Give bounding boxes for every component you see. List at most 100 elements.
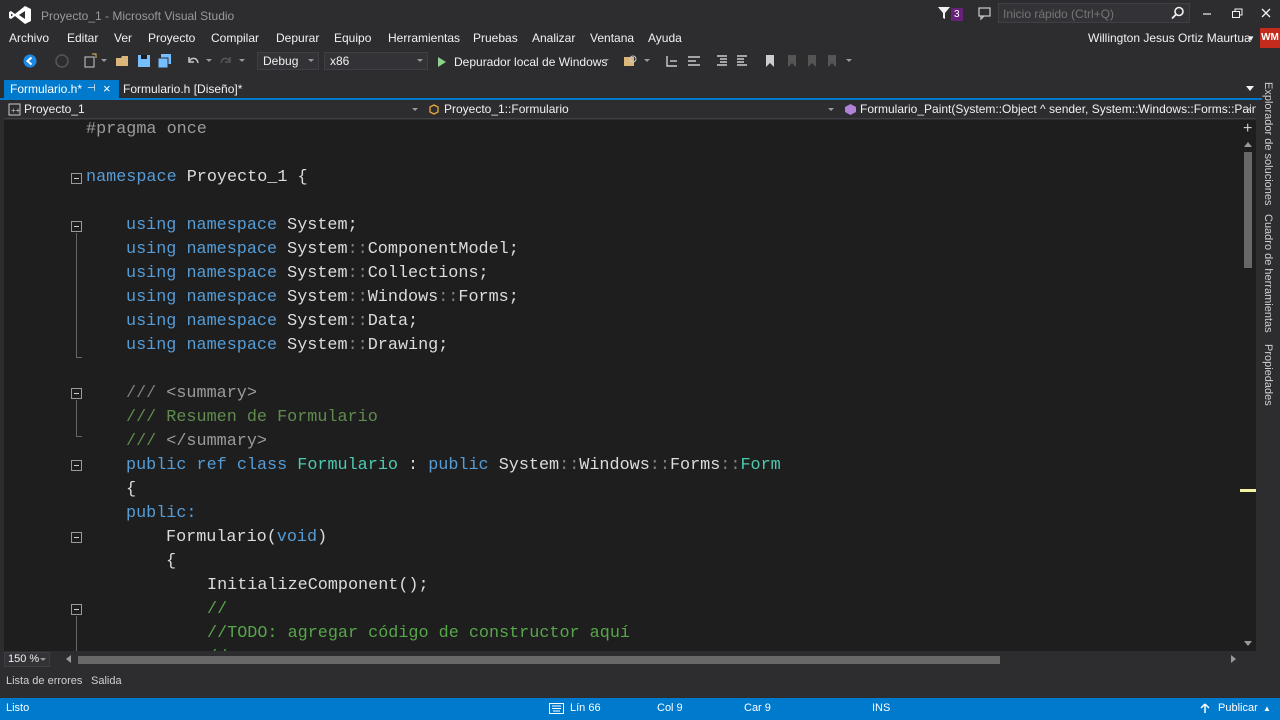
tab-formulario-h[interactable]: Formulario.h* ⊣ ×	[4, 80, 119, 98]
menu-ventana[interactable]: Ventana	[590, 31, 634, 45]
caret-position-marker	[1240, 489, 1256, 492]
next-bookmark-icon[interactable]	[804, 53, 820, 69]
solution-platform-select[interactable]: x86	[324, 52, 428, 70]
menu-analizar[interactable]: Analizar	[532, 31, 575, 45]
menu-archivo[interactable]: Archivo	[9, 31, 49, 45]
project-dropdown[interactable]: ++ Proyecto_1	[4, 101, 422, 118]
code-line-class-open-brace: {	[126, 480, 137, 499]
close-tab-icon[interactable]: ×	[103, 80, 111, 98]
menu-compilar[interactable]: Compilar	[211, 31, 259, 45]
open-file-icon[interactable]	[115, 53, 131, 69]
menu-proyecto[interactable]: Proyecto	[148, 31, 195, 45]
collapse-class-icon[interactable]	[71, 460, 82, 471]
status-text: Listo	[6, 702, 30, 714]
menu-editar[interactable]: Editar	[67, 31, 98, 45]
bookmark-icon[interactable]	[762, 53, 778, 69]
scroll-left-icon[interactable]	[66, 655, 71, 663]
minimize-icon[interactable]	[1200, 6, 1214, 20]
menu-equipo[interactable]: Equipo	[334, 31, 371, 45]
collapse-constructor-icon[interactable]	[71, 532, 82, 543]
zoom-level-select[interactable]: 150 %	[4, 652, 50, 667]
publish-button[interactable]: Publicar	[1218, 702, 1258, 714]
redo-icon[interactable]	[218, 53, 234, 69]
quick-launch-input[interactable]	[1003, 6, 1168, 21]
user-menu-caret-icon[interactable]: ▼	[1247, 34, 1255, 43]
standard-toolbar: Debug x86 Depurador local de Windows	[0, 50, 1280, 74]
code-line-comment-3: //	[207, 646, 227, 651]
keyboard-icon	[549, 703, 564, 714]
close-window-icon[interactable]	[1259, 6, 1273, 20]
restore-icon[interactable]	[1230, 6, 1244, 20]
tab-dropdown-icon[interactable]	[1246, 86, 1254, 91]
menu-pruebas[interactable]: Pruebas	[473, 31, 518, 45]
scroll-down-icon[interactable]	[1244, 641, 1252, 646]
code-line-doc-summary-close: /// </summary>	[126, 432, 267, 451]
status-line: Lín 66	[570, 702, 601, 714]
save-all-icon[interactable]	[157, 53, 173, 69]
undo-icon[interactable]	[185, 53, 201, 69]
code-line-doc-summary-text: /// Resumen de Formulario	[126, 408, 378, 427]
new-project-icon[interactable]	[82, 53, 98, 69]
menu-ayuda[interactable]: Ayuda	[648, 31, 682, 45]
tab-properties[interactable]: Propiedades	[1262, 344, 1274, 406]
quick-launch-box[interactable]	[998, 3, 1190, 23]
solution-configuration-select[interactable]: Debug	[257, 52, 319, 70]
collapse-usings-icon[interactable]	[71, 221, 82, 232]
code-line-using-componentmodel: using namespace System::ComponentModel;	[126, 240, 519, 259]
save-icon[interactable]	[136, 53, 152, 69]
tab-toolbox[interactable]: Cuadro de herramientas	[1262, 214, 1274, 333]
code-line-initialize: InitializeComponent();	[207, 576, 429, 595]
code-line-constructor: Formulario(void)	[166, 528, 328, 547]
notification-count-badge[interactable]: 3	[951, 8, 963, 21]
split-editor-icon[interactable]: +	[1243, 120, 1252, 138]
pin-icon[interactable]: ⊣	[87, 80, 96, 98]
code-line-public-label: public:	[126, 504, 197, 523]
vertical-scrollbar[interactable]: +	[1240, 120, 1256, 651]
code-line-comment-todo: //TODO: agregar código de constructor aq…	[207, 624, 630, 643]
notifications-flag-icon[interactable]	[937, 6, 951, 20]
horizontal-scroll-thumb[interactable]	[78, 656, 1000, 664]
platform-value: x86	[330, 54, 350, 68]
title-bar: Proyecto_1 - Microsoft Visual Studio 3	[0, 0, 1280, 30]
horizontal-scrollbar[interactable]	[62, 652, 1240, 667]
collapse-summary-icon[interactable]	[71, 388, 82, 399]
vertical-scroll-thumb[interactable]	[1244, 152, 1252, 268]
search-icon[interactable]	[1171, 6, 1185, 20]
collapse-comment-icon[interactable]	[71, 604, 82, 615]
code-editor[interactable]: #pragma once namespace Proyecto_1 { usin…	[4, 120, 1240, 651]
side-tool-window-tabs: Explorador de soluciones Cuadro de herra…	[1260, 78, 1280, 408]
find-in-files-icon[interactable]	[622, 53, 638, 69]
prev-bookmark-icon[interactable]	[784, 53, 800, 69]
scroll-up-icon[interactable]	[1244, 142, 1252, 147]
menu-depurar[interactable]: Depurar	[276, 31, 319, 45]
clear-bookmarks-icon[interactable]	[824, 53, 840, 69]
tab-output[interactable]: Salida	[91, 675, 122, 687]
toggle-breakpoints-icon[interactable]	[686, 53, 702, 69]
tab-formulario-h-diseno[interactable]: Formulario.h [Diseño]*	[119, 80, 244, 98]
code-line-class-decl: public ref class Formulario : public Sys…	[126, 456, 781, 475]
navigate-forward-icon[interactable]	[54, 53, 70, 69]
navigate-back-icon[interactable]	[22, 53, 38, 69]
comment-lines-icon[interactable]	[714, 53, 730, 69]
menu-herramientas[interactable]: Herramientas	[388, 31, 460, 45]
user-account-name[interactable]: Willington Jesus Ortiz Maurtua	[1088, 31, 1251, 45]
tab-error-list[interactable]: Lista de errores	[6, 675, 82, 687]
tab-solution-explorer[interactable]: Explorador de soluciones	[1262, 82, 1274, 206]
bottom-panel-tabs: Lista de errores Salida	[0, 672, 1280, 696]
menu-ver[interactable]: Ver	[114, 31, 132, 45]
scope-dropdown[interactable]: Proyecto_1::Formulario	[424, 101, 838, 118]
code-line-using-system: using namespace System;	[126, 216, 358, 235]
step-icon[interactable]	[664, 53, 680, 69]
avatar[interactable]: WM	[1260, 28, 1280, 48]
publish-arrow-icon[interactable]	[1200, 703, 1210, 714]
status-column: Col 9	[657, 702, 683, 714]
start-debugging-button[interactable]: Depurador local de Windows	[434, 53, 607, 71]
collapse-namespace-icon[interactable]	[71, 173, 82, 184]
member-dropdown[interactable]: Formulario_Paint(System::Object ^ sender…	[840, 101, 1256, 118]
scroll-right-icon[interactable]	[1231, 655, 1236, 663]
svg-text:++: ++	[11, 106, 21, 115]
publish-caret-icon[interactable]: ▲	[1263, 704, 1271, 713]
feedback-icon[interactable]	[976, 6, 992, 22]
uncomment-lines-icon[interactable]	[734, 53, 750, 69]
scope-name: Proyecto_1::Formulario	[444, 102, 569, 116]
